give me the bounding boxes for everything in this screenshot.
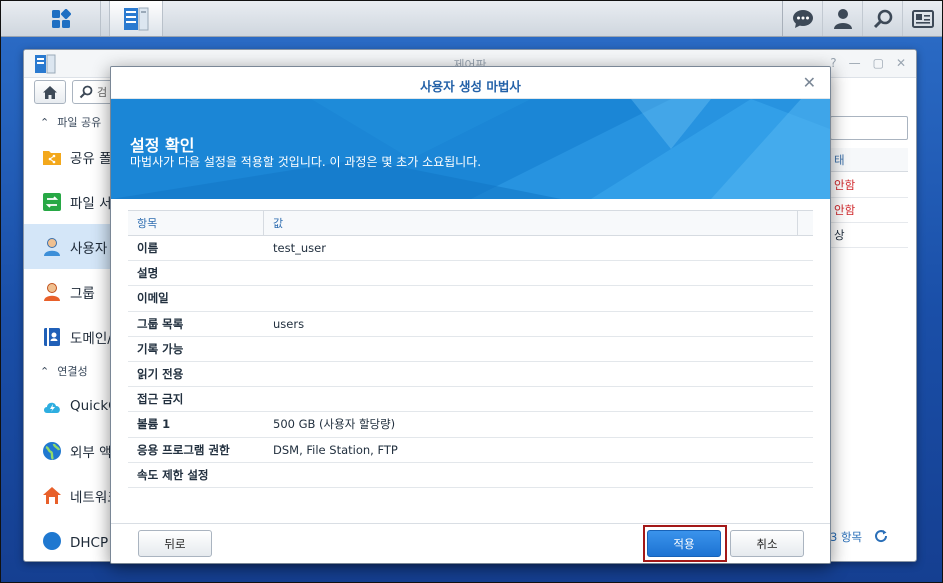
main-menu-button[interactable] [21,1,101,36]
user-menu-button[interactable] [822,1,862,36]
user-icon [833,8,852,29]
create-user-wizard-dialog: 사용자 생성 마법사 ✕ 설정 확인 마법사가 다음 설정을 적용할 것입니다.… [110,66,831,564]
row-item-cell: 이메일 [137,291,169,306]
status-cell: 상 [830,223,908,248]
chat-icon [792,9,813,28]
widgets-button[interactable] [902,1,942,36]
sidebar-item-label: 사용자 [70,240,108,257]
table-row[interactable]: 볼륨 1 500 GB (사용자 할당량) [128,412,813,438]
table-row[interactable]: 이름 test_user [128,236,813,262]
row-item-cell: 기록 가능 [137,341,184,356]
row-value-cell: 500 GB (사용자 할당량) [273,417,396,432]
banner-background-graphic [111,99,830,199]
widgets-icon [911,9,934,28]
row-value-cell: users [273,316,305,331]
table-row[interactable]: 기록 가능 [128,337,813,362]
row-item-cell: 읽기 전용 [137,366,184,381]
table-row[interactable]: 설명 [128,261,813,287]
network-icon [42,486,62,506]
row-item-cell: 그룹 목록 [137,316,184,331]
row-value-cell: DSM, File Station, FTP [273,442,398,457]
refresh-icon[interactable] [874,529,888,546]
item-count: 3 항목 [830,530,863,544]
row-item-cell: 응용 프로그램 권한 [137,442,230,457]
user-icon [42,237,62,257]
search-icon [79,85,93,99]
user-list-search-input[interactable] [830,116,908,140]
wizard-footer: 뒤로 적용 취소 [111,523,830,563]
table-row[interactable]: 읽기 전용 [128,362,813,388]
file-service-icon [42,192,62,212]
wizard-title: 사용자 생성 마법사 [420,79,521,94]
row-value-cell [264,261,798,285]
table-row[interactable]: 접근 금지 [128,387,813,413]
close-icon[interactable]: ✕ [896,56,906,70]
status-column-header[interactable]: 태 [830,148,908,172]
row-item-cell: 설명 [137,266,159,281]
chat-button[interactable] [782,1,822,36]
row-value-cell [264,463,798,487]
main-menu-icon [51,8,71,28]
quickconnect-icon [42,396,62,416]
sidebar-section-label: 파일 공유 [57,116,102,129]
row-value-cell [264,337,798,361]
control-panel-taskbar-button[interactable] [109,1,163,36]
dhcp-icon [42,531,62,551]
chevron-up-icon: ⌃ [40,364,50,378]
sidebar-item-label: 도메인/ [70,330,112,347]
status-cell: 안함 [830,198,908,223]
banner-description: 마법사가 다음 설정을 적용할 것입니다. 이 과정은 몇 초가 소요됩니다. [130,155,482,169]
table-row[interactable]: 이메일 [128,286,813,312]
status-cell: 안함 [830,173,908,198]
settings-summary-table: 항목 값 이름 test_user 설명이메일그룹 목록 users 기록 가능읽기 전… [128,210,813,488]
row-value-cell [264,286,798,310]
search-icon [873,9,892,28]
group-icon [42,282,62,302]
cancel-button[interactable]: 취소 [730,530,804,557]
sidebar-section-label: 연결성 [57,365,88,378]
row-value-cell [264,387,798,411]
help-icon[interactable]: ? [830,56,836,70]
domain-icon [42,327,62,347]
chevron-up-icon: ⌃ [40,115,50,129]
table-row[interactable]: 속도 제한 설정 [128,463,813,488]
minimize-icon[interactable]: — [849,56,861,70]
wizard-titlebar: 사용자 생성 마법사 ✕ [111,67,830,99]
sidebar-item-label: 외부 액 [70,444,112,461]
taskbar [1,1,942,37]
external-access-icon [42,441,62,461]
row-item-cell: 접근 금지 [137,392,184,407]
maximize-icon[interactable]: ▢ [873,56,884,70]
back-button[interactable]: 뒤로 [138,530,212,557]
sidebar-item-label: 파일 서 [70,195,112,212]
table-row[interactable]: 그룹 목록 users [128,312,813,337]
sidebar-item-label: 그룹 [70,285,95,302]
sidebar-item-label: 공유 폴 [70,150,112,167]
home-icon [43,85,57,99]
home-button[interactable] [34,80,66,104]
shared-folder-icon [42,147,62,167]
table-row[interactable]: 응용 프로그램 권한 DSM, File Station, FTP [128,438,813,463]
row-value-cell: test_user [273,241,326,255]
row-value-cell [264,362,798,386]
column-header-value[interactable]: 값 [264,211,798,235]
row-item-cell: 이름 [137,241,159,255]
wizard-banner: 설정 확인 마법사가 다음 설정을 적용할 것입니다. 이 과정은 몇 초가 소… [111,99,830,199]
column-header-item[interactable]: 항목 [128,211,264,235]
table-header: 항목 값 [128,211,813,236]
apply-button[interactable]: 적용 [647,530,721,557]
column-header-spacer [798,211,813,235]
search-placeholder: 검 [97,86,108,99]
close-icon[interactable]: ✕ [803,73,816,92]
row-item-cell: 속도 제한 설정 [137,467,209,482]
row-item-cell: 볼륨 1 [137,417,171,432]
search-button[interactable] [862,1,902,36]
control-panel-app-icon [124,7,149,30]
